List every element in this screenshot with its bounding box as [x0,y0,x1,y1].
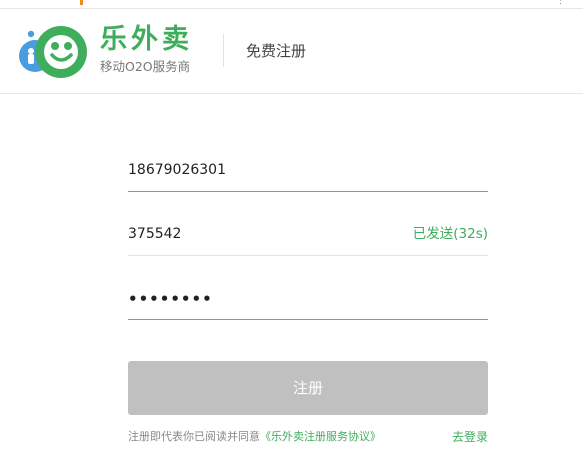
more-icon[interactable]: ⋮ [556,0,565,6]
brand-slogan: 移动O2O服务商 [100,59,191,74]
browser-top-strip: ⋮ [0,0,583,9]
agreement-prefix: 注册即代表你已阅读并同意 [128,430,260,443]
header-divider [223,34,224,67]
phone-field[interactable]: 18679026301 [128,148,488,192]
agreement-text: 注册即代表你已阅读并同意《乐外卖注册服务协议》 [128,429,381,445]
agreement-link[interactable]: 《乐外卖注册服务协议》 [260,430,381,443]
password-underline [128,319,488,320]
verification-code-field[interactable]: 375542 已发送(32s) [128,212,488,256]
phone-underline [128,191,488,192]
login-link[interactable]: 去登录 [452,429,488,445]
password-field[interactable]: •••••••• [128,276,488,320]
page-header: 乐外卖 移动O2O服务商 免费注册 [0,9,583,94]
brand-name: 乐外卖 [100,24,193,55]
password-input[interactable]: •••••••• [128,277,213,321]
smiley-logo-icon[interactable] [17,21,89,83]
tab-indicator [80,0,83,5]
phone-input[interactable]: 18679026301 [128,148,226,192]
code-sent-status: 已发送(32s) [412,226,488,242]
register-button[interactable]: 注册 [128,361,488,415]
code-underline [128,255,488,256]
code-input[interactable]: 375542 [128,212,181,256]
page-title: 免费注册 [246,42,307,60]
